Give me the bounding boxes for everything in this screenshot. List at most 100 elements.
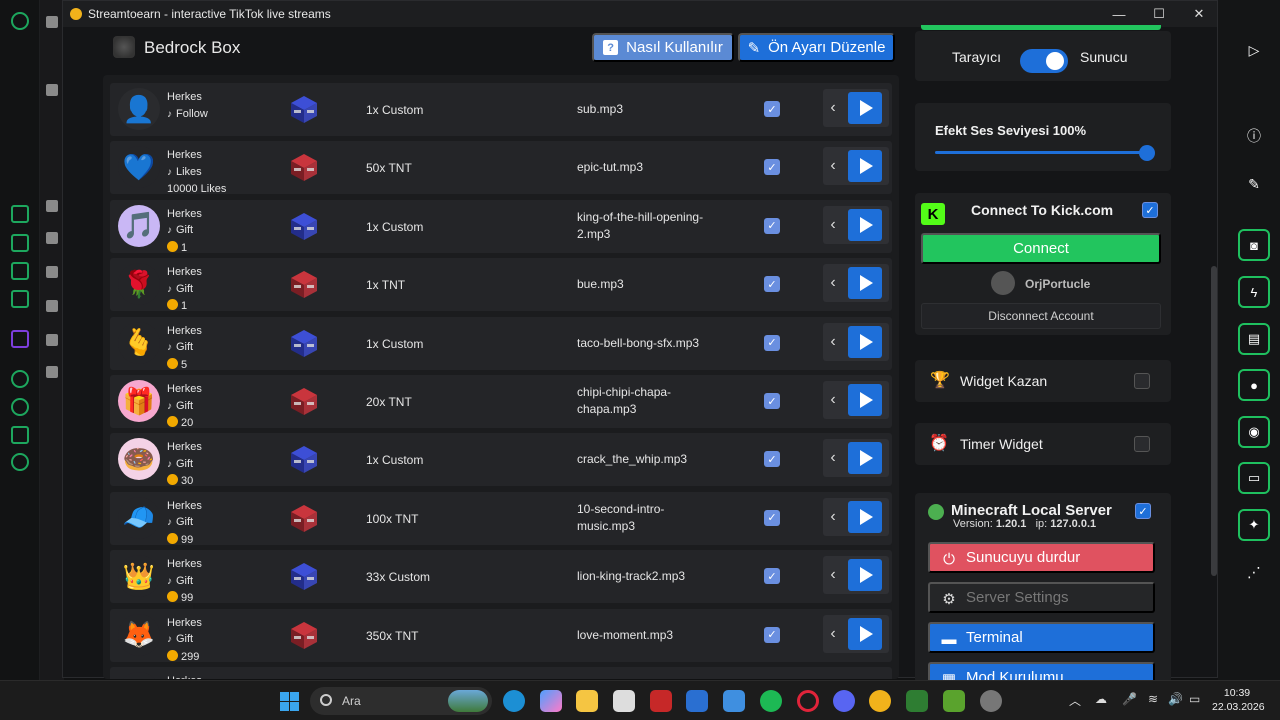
- store-icon[interactable]: [613, 690, 635, 712]
- chevron-left-icon[interactable]: ‹: [825, 97, 841, 119]
- microphone-icon[interactable]: 🎤: [1122, 692, 1137, 706]
- wrench-icon[interactable]: ✦: [1238, 509, 1270, 541]
- scrollbar-thumb[interactable]: [1211, 266, 1217, 576]
- chevron-left-icon[interactable]: ‹: [825, 331, 841, 353]
- play-test-button[interactable]: [848, 442, 882, 475]
- volume-icon[interactable]: 🔊: [1168, 692, 1183, 706]
- messenger-icon[interactable]: [11, 290, 29, 308]
- edit-preset-button[interactable]: ✎ Ön Ayarı Düzenle: [738, 33, 895, 62]
- trigger-enabled-checkbox[interactable]: ✓: [764, 276, 780, 293]
- chevron-left-icon[interactable]: ‹: [825, 623, 841, 645]
- start-button-icon[interactable]: [280, 692, 299, 711]
- chevron-left-icon[interactable]: ‹: [825, 272, 841, 294]
- history-icon[interactable]: [11, 398, 29, 416]
- search-placeholder: Ara: [342, 694, 361, 708]
- copilot-icon[interactable]: [540, 690, 562, 712]
- onedrive-icon[interactable]: ☁: [1095, 692, 1107, 706]
- play-test-button[interactable]: [848, 325, 882, 358]
- chevron-left-icon[interactable]: ‹: [825, 389, 841, 411]
- broadcast-icon[interactable]: ◉: [1238, 416, 1270, 448]
- flash-icon[interactable]: ϟ: [1238, 276, 1270, 308]
- twitch-icon[interactable]: [11, 330, 29, 348]
- chevron-left-icon[interactable]: ‹: [825, 447, 841, 469]
- close-button[interactable]: ✕: [1179, 1, 1219, 27]
- bedrock-launcher-icon[interactable]: [943, 690, 965, 712]
- chevron-left-icon[interactable]: ‹: [825, 155, 841, 177]
- play-test-button[interactable]: [848, 384, 882, 416]
- play-icon: [860, 392, 873, 408]
- stop-server-button[interactable]: ⏻ Sunucuyu durdur: [928, 542, 1155, 573]
- trigger-user: Herkes: [167, 207, 202, 220]
- trigger-enabled-checkbox[interactable]: ✓: [764, 217, 780, 234]
- trigger-enabled-checkbox[interactable]: ✓: [764, 334, 780, 351]
- mode-browser-label: Tarayıcı: [952, 49, 1002, 65]
- play-test-button[interactable]: [848, 267, 882, 300]
- play-test-button[interactable]: [848, 617, 882, 650]
- spotify-icon[interactable]: [760, 690, 782, 712]
- trigger-enabled-checkbox[interactable]: ✓: [764, 626, 780, 643]
- widget-kazan-checkbox[interactable]: [1134, 373, 1150, 389]
- trigger-enabled-checkbox[interactable]: ✓: [764, 101, 780, 117]
- chevron-left-icon[interactable]: ‹: [825, 214, 841, 236]
- trigger-enabled-checkbox[interactable]: ✓: [764, 568, 780, 585]
- chevron-left-icon[interactable]: ‹: [825, 506, 841, 528]
- discord-icon[interactable]: [833, 690, 855, 712]
- wifi-icon[interactable]: ≋: [1148, 692, 1158, 706]
- chat-icon[interactable]: ●: [1238, 369, 1270, 401]
- opera-gx-icon[interactable]: [11, 12, 29, 30]
- minecraft-icon[interactable]: [906, 690, 928, 712]
- tray-chevron-icon[interactable]: ︿: [1069, 692, 1081, 709]
- battery-icon[interactable]: ▭: [1189, 692, 1200, 706]
- play-test-button[interactable]: [848, 92, 882, 124]
- settings-icon[interactable]: [11, 453, 29, 471]
- trigger-controls: ‹: [823, 205, 889, 244]
- trigger-enabled-checkbox[interactable]: ✓: [764, 509, 780, 526]
- twitch-gx-icon[interactable]: [11, 262, 29, 280]
- app-window: Streamtoearn - interactive TikTok live s…: [62, 0, 1219, 683]
- play-test-button[interactable]: [848, 559, 882, 592]
- share-icon[interactable]: ⋰: [1242, 560, 1266, 584]
- disconnect-account-button[interactable]: Disconnect Account: [921, 303, 1161, 329]
- mode-toggle[interactable]: [1020, 49, 1068, 73]
- connect-button[interactable]: Connect: [921, 233, 1161, 264]
- trigger-enabled-checkbox[interactable]: ✓: [764, 159, 780, 176]
- chevron-left-icon[interactable]: ‹: [825, 564, 841, 586]
- streamtoearn-icon[interactable]: [869, 690, 891, 712]
- monitor-icon[interactable]: ▭: [1238, 462, 1270, 494]
- trigger-enabled-checkbox[interactable]: ✓: [764, 451, 780, 468]
- file-explorer-icon[interactable]: [576, 690, 598, 712]
- mail-icon[interactable]: [686, 690, 708, 712]
- play-test-button[interactable]: [848, 500, 882, 533]
- kick-enable-checkbox[interactable]: ✓: [1142, 202, 1158, 218]
- pencil-icon[interactable]: ✎: [1242, 172, 1266, 196]
- trigger-list: 👤 Herkes ♪ Follow 1x Custom sub.mp3 ✓ ‹ 💙 Herkes ♪…: [103, 75, 899, 679]
- play-test-button[interactable]: [848, 150, 882, 183]
- edge-icon[interactable]: [503, 690, 525, 712]
- play-icon[interactable]: ▷: [1242, 38, 1266, 62]
- taskbar-search[interactable]: Ara: [310, 687, 492, 715]
- player-icon[interactable]: [11, 370, 29, 388]
- shop-icon[interactable]: [11, 234, 29, 252]
- server-settings-button[interactable]: ⚙ Server Settings: [928, 582, 1155, 613]
- volume-slider-track[interactable]: [935, 151, 1147, 154]
- timer-widget-card: ⏰ Timer Widget: [915, 423, 1171, 465]
- volume-slider-handle[interactable]: [1139, 145, 1155, 161]
- extensions-icon[interactable]: [11, 426, 29, 444]
- terminal-button[interactable]: ▬ Terminal: [928, 622, 1155, 653]
- play-test-button[interactable]: [848, 208, 882, 241]
- obs-icon[interactable]: [980, 690, 1002, 712]
- opera-icon[interactable]: [797, 690, 819, 712]
- mc-server-checkbox[interactable]: ✓: [1135, 503, 1151, 519]
- help-button[interactable]: ? Nasıl Kullanılır: [592, 33, 734, 62]
- tools-icon[interactable]: [723, 690, 745, 712]
- refresh-icon[interactable]: [11, 205, 29, 223]
- coin-icon: [167, 357, 178, 369]
- timer-widget-checkbox[interactable]: [1134, 436, 1150, 452]
- camera-icon[interactable]: ◙: [1238, 229, 1270, 261]
- trigger-enabled-checkbox[interactable]: ✓: [764, 393, 780, 409]
- document-icon[interactable]: ▤: [1238, 323, 1270, 355]
- mcafee-icon[interactable]: [650, 690, 672, 712]
- taskbar-clock[interactable]: 10:39 22.03.2026: [1212, 686, 1265, 714]
- panel-icon: [46, 232, 58, 244]
- info-icon[interactable]: ⓘ: [1242, 124, 1266, 148]
